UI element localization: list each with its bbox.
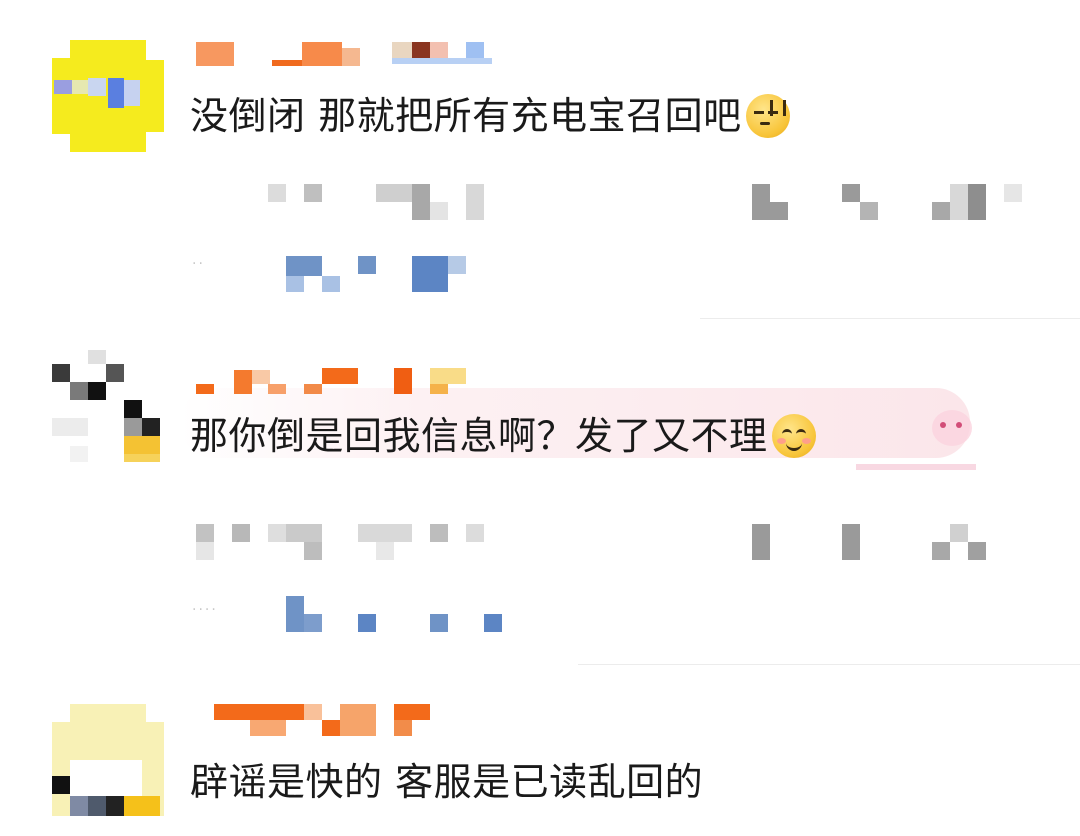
comment-item: 没倒闭 那就把所有充电宝召回吧 ·· [0,0,1080,320]
divider [700,318,1080,319]
comment-text-body: 辟谣是快的 客服是已读乱回的 [190,760,704,804]
pig-eye-icon [940,422,946,428]
smiling-face-icon [771,413,816,458]
username[interactable] [196,42,506,70]
avatar[interactable] [52,704,164,816]
comment-meta [268,184,1028,224]
comment-item: 那你倒是回我信息啊？发了又不理 ···· [0,340,1080,670]
sweat-face-icon [745,93,790,138]
username[interactable] [214,704,444,736]
pig-sticker-icon [932,410,972,446]
comment-text: 没倒闭 那就把所有充电宝召回吧 [190,92,790,140]
avatar[interactable] [52,40,164,152]
divider [578,664,1080,665]
more-dots-icon[interactable]: ···· [192,602,218,618]
comment-list: 没倒闭 那就把所有充电宝召回吧 ·· 那你倒是回我信息啊？发了又不理 ···· … [0,0,1080,836]
avatar[interactable] [52,350,164,462]
comment-item: 辟谣是快的 客服是已读乱回的 [0,690,1080,836]
pig-eye-icon [956,422,962,428]
comment-text: 辟谣是快的 客服是已读乱回的 [190,758,703,806]
comment-text-body: 没倒闭 那就把所有充电宝召回吧 [190,94,742,138]
comment-meta [196,524,996,564]
username[interactable] [196,362,476,394]
comment-text-body: 那你倒是回我信息啊？发了又不理 [190,414,768,458]
reply-link[interactable] [286,596,526,636]
bubble-decoration [856,464,976,470]
reply-link[interactable] [286,256,486,296]
more-dots-icon[interactable]: ·· [192,256,205,272]
comment-text: 那你倒是回我信息啊？发了又不理 [190,412,816,460]
